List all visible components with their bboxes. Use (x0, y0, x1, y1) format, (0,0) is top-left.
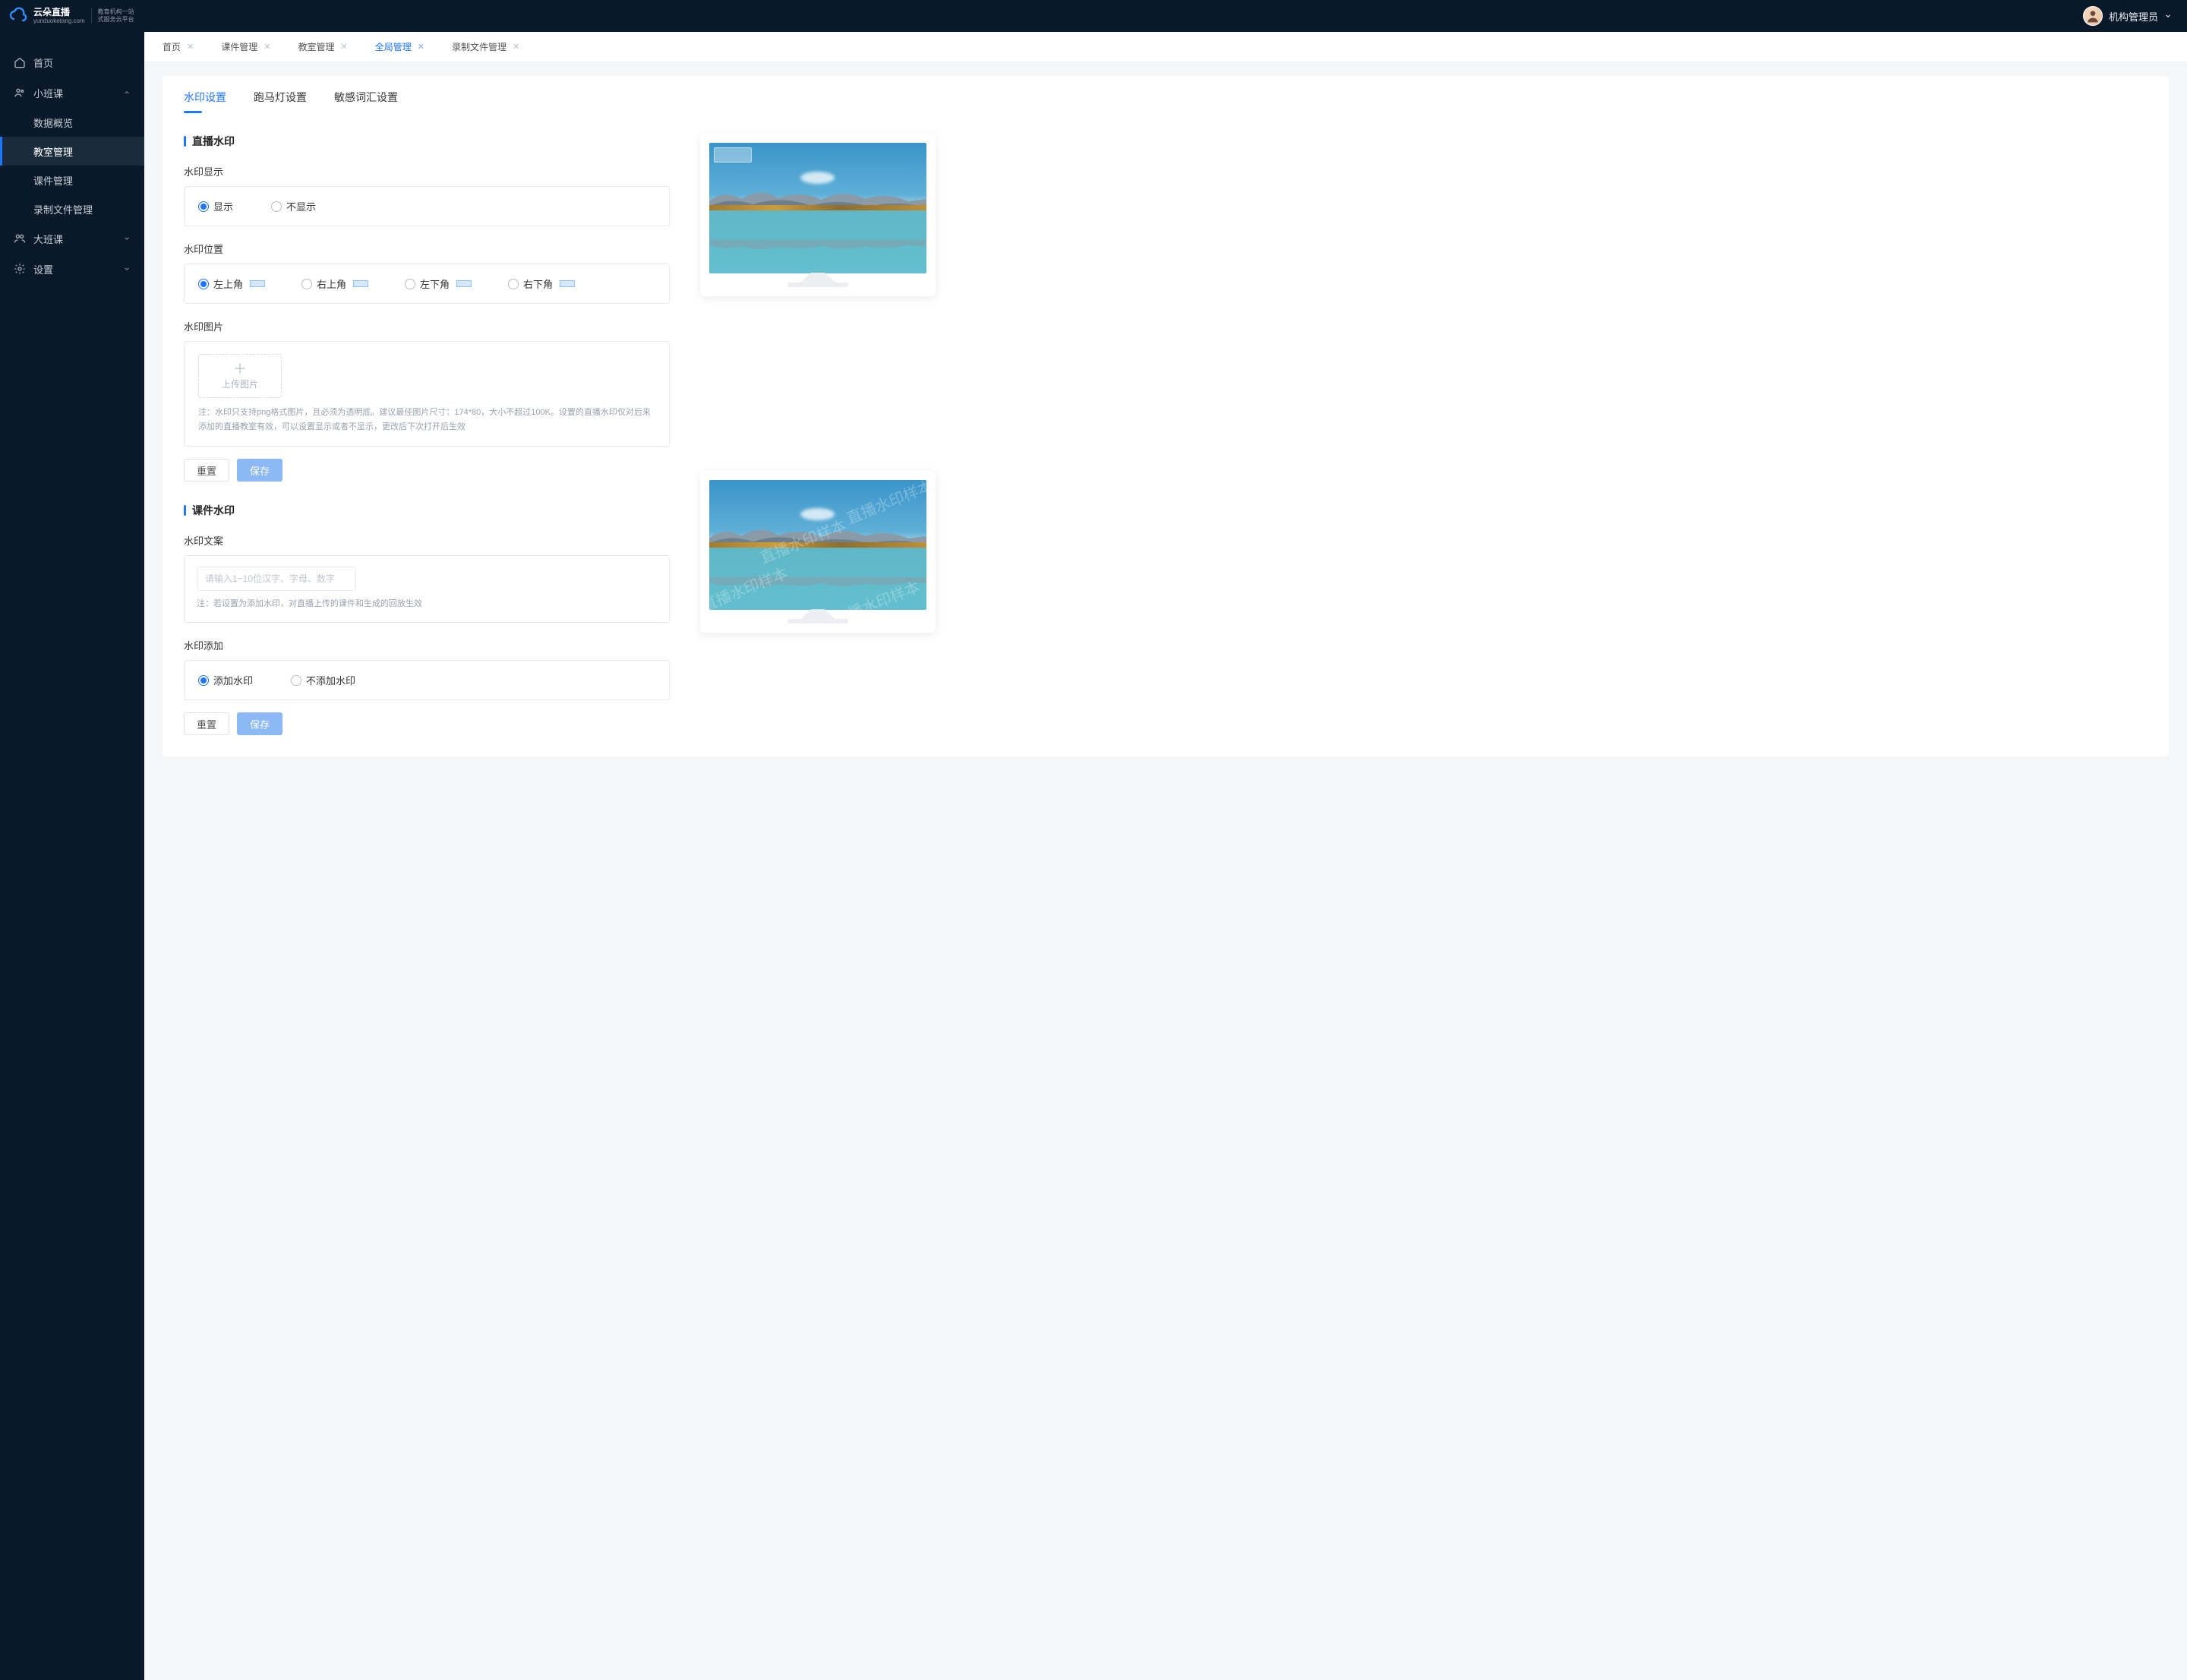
radio-icon (198, 279, 209, 289)
sidebar-item-home[interactable]: 首页 (0, 47, 144, 77)
watermark-badge-icon (714, 147, 752, 163)
watermark-position-group: 左上角 右上角 左下角 右下角 (184, 264, 670, 304)
radio-bottom-left[interactable]: 左下角 (405, 276, 472, 291)
radio-icon (198, 675, 209, 686)
radio-icon (301, 279, 312, 289)
close-icon[interactable]: ✕ (187, 42, 194, 52)
live-watermark-preview (700, 134, 936, 296)
chevron-down-icon (123, 264, 131, 275)
sidebar-item-large-class[interactable]: 大班课 (0, 223, 144, 254)
field-label: 水印位置 (184, 242, 670, 256)
radio-add-watermark[interactable]: 添加水印 (198, 673, 253, 687)
section-tab-watermark[interactable]: 水印设置 (184, 90, 226, 112)
sidebar-item-settings[interactable]: 设置 (0, 254, 144, 284)
reset-button[interactable]: 重置 (184, 459, 229, 482)
user-menu[interactable]: 机构管理员 (2083, 6, 2172, 26)
chevron-down-icon (123, 233, 131, 245)
radio-icon (405, 279, 415, 289)
watermark-note: 注：水印只支持png格式图片，且必须为透明底。建议最佳图片尺寸：174*80，大… (198, 406, 655, 434)
tab-classroom[interactable]: 教室管理✕ (295, 40, 350, 53)
corner-swatch-icon (560, 280, 575, 287)
brand-logo: 云朵直播 yunduoketang.com 教育机构一站 式服务云平台 (0, 0, 144, 32)
close-icon[interactable]: ✕ (340, 42, 347, 52)
close-icon[interactable]: ✕ (264, 42, 270, 52)
section-tab-marquee[interactable]: 跑马灯设置 (254, 90, 307, 112)
chevron-up-icon (123, 87, 131, 99)
brand-domain: yunduoketang.com (33, 17, 85, 24)
radio-top-left[interactable]: 左上角 (198, 276, 265, 291)
close-icon[interactable]: ✕ (513, 42, 519, 52)
field-label: 水印添加 (184, 638, 670, 652)
radio-icon (271, 201, 282, 212)
watermark-text-panel: 注：若设置为添加水印，对直播上传的课件和生成的回放生效 (184, 555, 670, 623)
tab-recording[interactable]: 录制文件管理✕ (449, 40, 522, 53)
save-button[interactable]: 保存 (237, 459, 282, 482)
chevron-down-icon (2164, 11, 2172, 22)
radio-icon (508, 279, 519, 289)
sidebar-item-small-class[interactable]: 小班课 (0, 77, 144, 108)
topbar: 机构管理员 (144, 0, 2187, 32)
field-label: 水印文案 (184, 533, 670, 548)
watermark-text-input[interactable] (197, 567, 356, 591)
upload-image-button[interactable]: ＋ 上传图片 (198, 354, 282, 398)
radio-bottom-right[interactable]: 右下角 (508, 276, 575, 291)
sidebar-item-courseware-mgmt[interactable]: 课件管理 (0, 166, 144, 194)
user-name: 机构管理员 (2109, 9, 2158, 24)
gear-icon (14, 263, 26, 275)
corner-swatch-icon (353, 280, 368, 287)
sidebar-item-label: 首页 (33, 55, 53, 70)
section-tab-sensitive[interactable]: 敏感词汇设置 (334, 90, 398, 112)
plus-icon: ＋ (233, 362, 247, 376)
logo-cloud-icon (9, 7, 27, 25)
radio-show[interactable]: 显示 (198, 199, 233, 213)
section-title-courseware-watermark: 课件水印 (184, 503, 670, 518)
tab-home[interactable]: 首页✕ (159, 40, 197, 53)
field-label: 水印显示 (184, 164, 670, 178)
avatar (2083, 6, 2103, 26)
sidebar-item-label: 大班课 (33, 232, 63, 246)
radio-hide[interactable]: 不显示 (271, 199, 316, 213)
save-button[interactable]: 保存 (237, 712, 282, 735)
watermark-add-group: 添加水印 不添加水印 (184, 660, 670, 700)
watermark-display-group: 显示 不显示 (184, 186, 670, 226)
sidebar-item-label: 设置 (33, 262, 53, 276)
courseware-watermark-preview: 直播水印样本 直播水印样本 直播水印样本 直播水印样本 (700, 471, 936, 633)
corner-swatch-icon (250, 280, 265, 287)
tab-global[interactable]: 全局管理✕ (372, 40, 428, 53)
page-tabs: 首页✕ 课件管理✕ 教室管理✕ 全局管理✕ 录制文件管理✕ (144, 32, 2187, 62)
radio-no-watermark[interactable]: 不添加水印 (291, 673, 355, 687)
tab-courseware[interactable]: 课件管理✕ (218, 40, 273, 53)
section-tabs: 水印设置 跑马灯设置 敏感词汇设置 (184, 76, 2148, 112)
sidebar-item-label: 小班课 (33, 86, 63, 100)
corner-swatch-icon (456, 280, 472, 287)
group-icon (14, 232, 26, 245)
sidebar: 云朵直播 yunduoketang.com 教育机构一站 式服务云平台 首页 小… (0, 0, 144, 1680)
field-label: 水印图片 (184, 319, 670, 333)
home-icon (14, 56, 26, 68)
sidebar-item-classroom-mgmt[interactable]: 教室管理 (0, 137, 144, 166)
radio-top-right[interactable]: 右上角 (301, 276, 368, 291)
courseware-note: 注：若设置为添加水印，对直播上传的课件和生成的回放生效 (197, 597, 657, 611)
sidebar-item-data-overview[interactable]: 数据概览 (0, 108, 144, 137)
watermark-image-panel: ＋ 上传图片 注：水印只支持png格式图片，且必须为透明底。建议最佳图片尺寸：1… (184, 341, 670, 447)
brand-name: 云朵直播 (33, 8, 85, 17)
sidebar-item-recording-mgmt[interactable]: 录制文件管理 (0, 194, 144, 223)
people-icon (14, 87, 26, 99)
radio-icon (291, 675, 301, 686)
radio-icon (198, 201, 209, 212)
reset-button[interactable]: 重置 (184, 712, 229, 735)
close-icon[interactable]: ✕ (418, 42, 424, 52)
section-title-live-watermark: 直播水印 (184, 134, 670, 149)
